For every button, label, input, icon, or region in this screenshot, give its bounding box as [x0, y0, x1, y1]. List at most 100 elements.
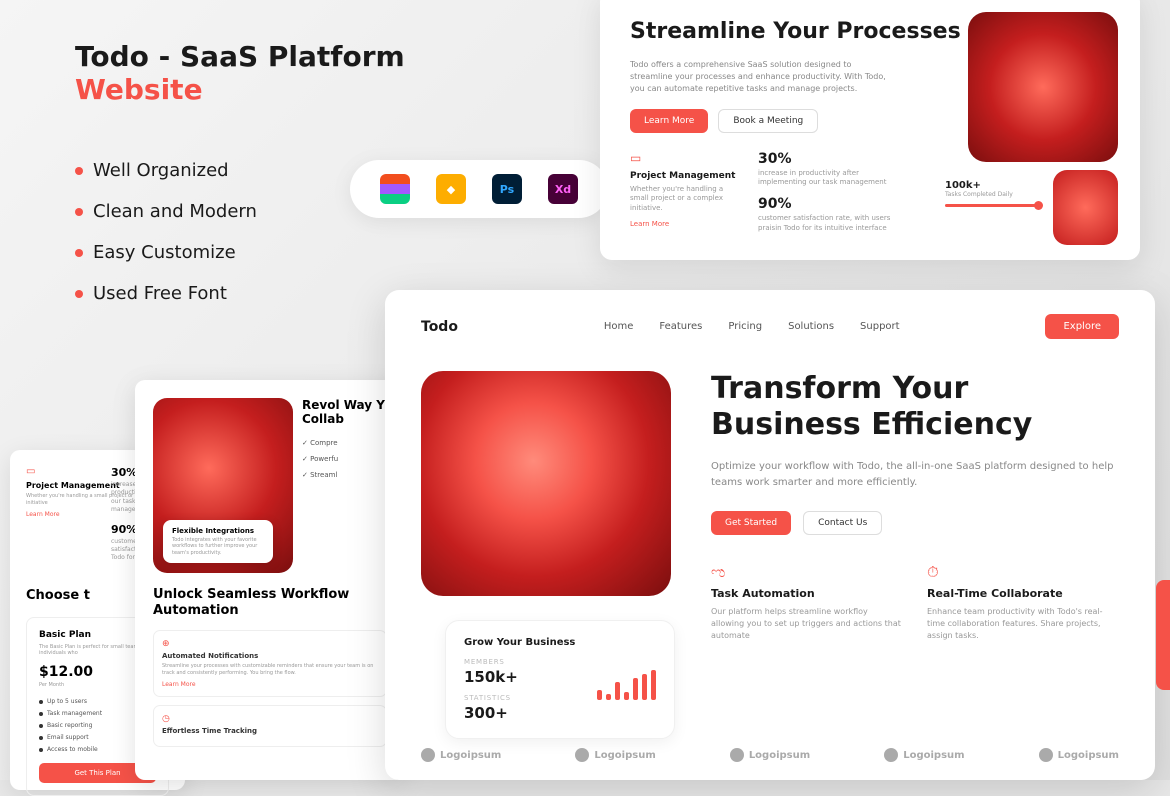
- bar: [597, 690, 602, 700]
- learn-link[interactable]: Learn More: [162, 681, 378, 688]
- preview-streamline: Streamline Your Processes with Todo Todo…: [600, 0, 1140, 260]
- hero-section: Transform Your Business Efficiency Optim…: [421, 371, 1119, 642]
- logo-item: Logoipsum: [1039, 748, 1119, 762]
- stats-label: STATISTICS: [464, 694, 575, 702]
- bar: [651, 670, 656, 700]
- nav-solutions[interactable]: Solutions: [788, 321, 834, 332]
- learn-more-link[interactable]: Learn More: [630, 220, 740, 228]
- bell-icon: ⊕: [162, 639, 378, 649]
- time-track-card: ◷ Effortless Time Tracking: [153, 705, 387, 747]
- nav-support[interactable]: Support: [860, 321, 900, 332]
- stats-label: MEMBERS: [464, 658, 575, 666]
- feature-text: Easy Customize: [93, 242, 236, 263]
- logo-text: Logoipsum: [440, 750, 501, 761]
- stats-val: 300+: [464, 704, 575, 722]
- bullet-icon: [75, 290, 83, 298]
- logo-item: Logoipsum: [421, 748, 501, 762]
- task-automation-card: ಌ Task Automation Our platform helps str…: [711, 563, 903, 642]
- feat-title: Real-Time Collaborate: [927, 587, 1119, 600]
- feature-list: Well Organized Clean and Modern Easy Cus…: [75, 160, 257, 324]
- hero-desc: Optimize your workflow with Todo, the al…: [711, 459, 1119, 491]
- logo-text: Logoipsum: [903, 750, 964, 761]
- photoshop-icon: Ps: [492, 174, 522, 204]
- feature-text: Well Organized: [93, 160, 229, 181]
- popup-desc: Todo integrates with your favorite workf…: [172, 537, 264, 557]
- brand-logos-row: Logoipsum Logoipsum Logoipsum Logoipsum …: [421, 748, 1119, 762]
- preview-workflow: Flexible Integrations Todo integrates wi…: [135, 380, 405, 780]
- folder-icon: ▭: [630, 151, 740, 165]
- decorative-strip: [1156, 580, 1170, 690]
- feature-item: Used Free Font: [75, 283, 257, 304]
- logo-item: Logoipsum: [575, 748, 655, 762]
- stat-90-desc: customer satisfaction rate, with users p…: [758, 214, 898, 234]
- logo-text: Logoipsum: [594, 750, 655, 761]
- xd-icon: Xd: [548, 174, 578, 204]
- feat-desc: Our platform helps streamline workfloy a…: [711, 606, 903, 642]
- check-text: Streaml: [310, 471, 337, 479]
- unlock-title: Unlock Seamless Workflow Automation: [153, 587, 387, 618]
- auto-notif-card: ⊕ Automated Notifications Streamline you…: [153, 630, 387, 697]
- nav-features[interactable]: Features: [659, 321, 702, 332]
- revol-title: Revol Way Y Collab: [302, 398, 387, 427]
- nav-pricing[interactable]: Pricing: [728, 321, 762, 332]
- feat-title: Automated Notifications: [162, 652, 378, 660]
- side-col: Revol Way Y Collab ✓ Compre ✓ Powerfu ✓ …: [302, 398, 387, 487]
- streamline-desc: Todo offers a comprehensive SaaS solutio…: [630, 59, 890, 95]
- feature-item: Easy Customize: [75, 242, 257, 263]
- feat-title: Task Automation: [711, 587, 903, 600]
- navbar: Todo Home Features Pricing Solutions Sup…: [421, 314, 1119, 339]
- bullet-icon: [75, 208, 83, 216]
- bullet-icon: [75, 167, 83, 175]
- feat-title: Effortless Time Tracking: [162, 727, 378, 735]
- bar: [606, 694, 611, 700]
- stats-val: 150k+: [464, 668, 575, 686]
- grow-business-card: Grow Your Business MEMBERS 150k+ STATIST…: [445, 620, 675, 739]
- book-meeting-button[interactable]: Book a Meeting: [718, 109, 818, 133]
- integrations-popup: Flexible Integrations Todo integrates wi…: [163, 520, 273, 564]
- hero-title: Transform Your Business Efficiency: [711, 371, 1119, 443]
- bar: [624, 692, 629, 700]
- contact-us-button[interactable]: Contact Us: [803, 511, 882, 535]
- slider-label: 100k+: [945, 180, 1040, 191]
- realtime-collab-card: ⏱ Real-Time Collaborate Enhance team pro…: [927, 563, 1119, 642]
- bar: [615, 682, 620, 700]
- slider-sub: Tasks Completed Daily: [945, 191, 1040, 198]
- feature-item: Clean and Modern: [75, 201, 257, 222]
- nav-home[interactable]: Home: [604, 321, 634, 332]
- bar: [642, 674, 647, 700]
- feature-item: Well Organized: [75, 160, 257, 181]
- brand-logo[interactable]: Todo: [421, 319, 458, 335]
- logo-text: Logoipsum: [1058, 750, 1119, 761]
- automation-icon: ಌ: [711, 563, 727, 579]
- stat-90: 90%: [758, 196, 898, 212]
- slider-bar[interactable]: [945, 204, 1040, 207]
- hero-abstract-image-small: [1053, 170, 1118, 245]
- feat-desc: Streamline your processes with customiza…: [162, 663, 378, 677]
- stat-30: 30%: [758, 151, 898, 167]
- get-started-button[interactable]: Get Started: [711, 511, 791, 535]
- check-item: ✓ Powerfu: [302, 455, 387, 463]
- collab-icon: ⏱: [927, 563, 943, 579]
- preview-main-landing: Todo Home Features Pricing Solutions Sup…: [385, 290, 1155, 780]
- bar: [633, 678, 638, 700]
- logo-text: Logoipsum: [749, 750, 810, 761]
- title-line-1: Todo - SaaS Platform: [75, 40, 405, 73]
- check-item: ✓ Compre: [302, 439, 387, 447]
- feature-text: Clean and Modern: [93, 201, 257, 222]
- stats-title: Grow Your Business: [464, 637, 575, 648]
- hero-abstract-image: [968, 12, 1118, 162]
- feat-desc: Enhance team productivity with Todo's re…: [927, 606, 1119, 642]
- abstract-image: Flexible Integrations Todo integrates wi…: [153, 398, 293, 573]
- stats-bar-chart: [597, 660, 656, 700]
- title-line-2: Website: [75, 73, 405, 106]
- stat-30-desc: increase in productivity after implement…: [758, 169, 898, 189]
- sketch-icon: ◆: [436, 174, 466, 204]
- hero-abstract-image: [421, 371, 671, 596]
- tasks-slider: 100k+ Tasks Completed Daily: [945, 180, 1040, 207]
- tools-bar: ◆ Ps Xd: [350, 160, 608, 218]
- figma-icon: [380, 174, 410, 204]
- check-item: ✓ Streaml: [302, 471, 387, 479]
- explore-button[interactable]: Explore: [1045, 314, 1119, 339]
- bullet-icon: [75, 249, 83, 257]
- learn-more-button[interactable]: Learn More: [630, 109, 708, 133]
